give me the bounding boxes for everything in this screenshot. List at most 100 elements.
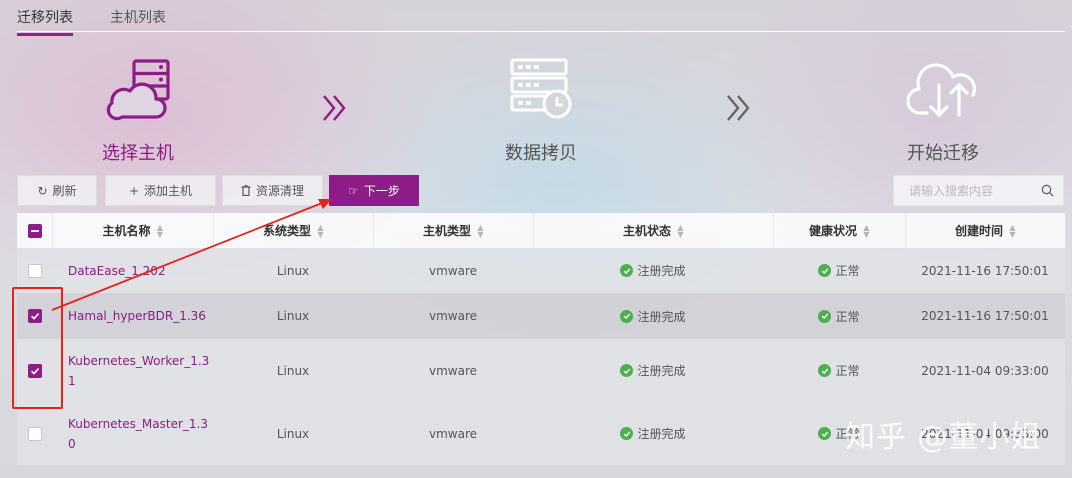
cleanup-label: 资源清理 (255, 184, 304, 198)
next-step-button[interactable]: ☞ 下一步 (329, 175, 419, 206)
host-name-link[interactable]: Kubernetes_Worker_1.3 1 (68, 339, 213, 402)
host-type-cell: vmware (428, 363, 477, 378)
host-type-cell: vmware (428, 263, 477, 278)
refresh-label: 刷新 (52, 184, 77, 198)
double-chevron-right-icon (727, 95, 750, 121)
row-checkbox[interactable] (27, 263, 42, 278)
column-header-health[interactable]: 健康状况 ▲ ▼ (773, 213, 905, 248)
os-type-cell: Linux (276, 263, 310, 278)
host-name-link[interactable]: DataEase_1.202 (68, 248, 213, 293)
annotation-highlight-box (12, 287, 63, 409)
os-type-cell: Linux (276, 426, 310, 441)
host-status-cell: 注册完成 (533, 402, 773, 465)
sort-icon[interactable]: ▲ ▼ (317, 223, 324, 238)
header-select-all[interactable] (17, 213, 52, 248)
os-type-cell: Linux (276, 309, 310, 323)
table-row[interactable]: DataEase_1.202 Linux vmware 注册完成 正常 2021… (17, 248, 1065, 293)
cloud-transfer-icon (906, 63, 976, 117)
check-circle-icon (620, 309, 634, 323)
host-type-cell: vmware (428, 426, 477, 441)
refresh-button[interactable]: ↻ 刷新 (17, 175, 97, 206)
health-cell: 正常 (773, 339, 905, 402)
check-circle-icon (620, 264, 634, 277)
tab-migration-list[interactable]: 迁移列表 (17, 7, 73, 36)
table-row[interactable]: Kubernetes_Worker_1.3 1 Linux vmware 注册完… (17, 339, 1065, 402)
sort-icon[interactable]: ▲ ▼ (157, 223, 164, 238)
sort-icon[interactable]: ▲ ▼ (477, 223, 484, 238)
search-box (893, 175, 1064, 206)
host-name-line: 1 (68, 373, 76, 388)
add-host-button[interactable]: + 添加主机 (105, 175, 216, 206)
column-header-host-status[interactable]: 主机状态 ▲ ▼ (533, 213, 773, 248)
health-text: 正常 (835, 364, 860, 378)
step-label: 开始迁移 (907, 143, 979, 164)
status-text: 注册完成 (637, 364, 686, 378)
tab-bar: 迁移列表 主机列表 (17, 0, 1065, 36)
next-step-label: 下一步 (363, 184, 400, 198)
column-label: 健康状况 (808, 224, 857, 238)
host-name-link[interactable]: Hamal_hyperBDR_1.36 (68, 293, 213, 339)
host-status-cell: 注册完成 (533, 248, 773, 293)
thumbs-up-icon: ☞ (348, 183, 359, 198)
step-data-copy: 数据拷贝 (471, 55, 611, 165)
status-text: 注册完成 (637, 309, 686, 324)
host-name: Hamal_hyperBDR_1.36 (68, 309, 206, 323)
host-name: DataEase_1.202 (68, 263, 166, 278)
host-name-line: 0 (68, 436, 76, 451)
table-header: 主机名称 ▲ ▼ 系统类型 ▲ ▼ 主机类型 ▲ ▼ 主机状态 ▲ ▼ 健康状况 ▲ ▼ … (17, 213, 1065, 248)
health-cell: 正常 (773, 248, 905, 293)
check-circle-icon (620, 427, 634, 440)
column-label: 主机名称 (102, 224, 151, 238)
column-header-host-name[interactable]: 主机名称 ▲ ▼ (52, 213, 213, 248)
step-label: 数据拷贝 (505, 143, 577, 164)
host-type-cell: vmware (428, 309, 477, 323)
check-circle-icon (818, 427, 832, 440)
table-row[interactable]: Hamal_hyperBDR_1.36 Linux vmware 注册完成 正常… (17, 293, 1065, 339)
host-status-cell: 注册完成 (533, 339, 773, 402)
check-circle-icon (818, 364, 832, 377)
search-input[interactable] (894, 176, 1039, 205)
tab-host-list[interactable]: 主机列表 (110, 7, 166, 33)
cloud-server-icon (106, 59, 170, 121)
host-name-line: Kubernetes_Worker_1.3 (68, 353, 210, 368)
cleanup-button[interactable]: 资源清理 (222, 175, 323, 206)
sort-icon[interactable]: ▲ ▼ (863, 223, 870, 238)
health-text: 正常 (835, 264, 860, 278)
plus-icon: + (128, 183, 140, 198)
check-circle-icon (818, 264, 832, 277)
column-label: 系统类型 (262, 224, 311, 238)
sort-icon[interactable]: ▲ ▼ (1009, 223, 1016, 238)
check-circle-icon (818, 309, 832, 323)
step-select-host: 选择主机 (68, 55, 208, 165)
health-text: 正常 (835, 309, 860, 324)
row-checkbox[interactable] (27, 426, 42, 441)
row-select-cell (17, 402, 52, 465)
check-circle-icon (620, 364, 634, 377)
select-all-checkbox[interactable] (27, 223, 42, 238)
server-clock-icon (510, 58, 572, 119)
created-time-cell: 2021-11-04 09:33:00 (921, 363, 1049, 378)
column-header-host-type[interactable]: 主机类型 ▲ ▼ (373, 213, 533, 248)
created-time-cell: 2021-11-16 17:50:01 (921, 309, 1049, 323)
trash-icon (241, 185, 251, 196)
os-type-cell: Linux (276, 363, 310, 378)
status-text: 注册完成 (637, 264, 686, 278)
host-name-link[interactable]: Kubernetes_Master_1.3 0 (68, 402, 213, 465)
column-header-created-time[interactable]: 创建时间 ▲ ▼ (905, 213, 1065, 248)
column-label: 创建时间 (954, 224, 1003, 238)
host-status-cell: 注册完成 (533, 293, 773, 339)
column-label: 主机类型 (422, 224, 471, 238)
status-text: 注册完成 (637, 427, 686, 441)
search-icon[interactable] (1041, 184, 1054, 197)
step-start-migration: 开始迁移 (873, 55, 1013, 165)
watermark: 知乎 @董小姐 (845, 420, 1042, 455)
created-time-cell: 2021-11-16 17:50:01 (921, 263, 1049, 278)
column-header-os-type[interactable]: 系统类型 ▲ ▼ (213, 213, 373, 248)
column-label: 主机状态 (622, 224, 671, 238)
sort-icon[interactable]: ▲ ▼ (677, 223, 684, 238)
refresh-icon: ↻ (37, 183, 48, 198)
double-chevron-right-icon (323, 95, 346, 121)
add-host-label: 添加主机 (144, 184, 193, 198)
health-cell: 正常 (773, 293, 905, 339)
step-label: 选择主机 (102, 143, 174, 164)
